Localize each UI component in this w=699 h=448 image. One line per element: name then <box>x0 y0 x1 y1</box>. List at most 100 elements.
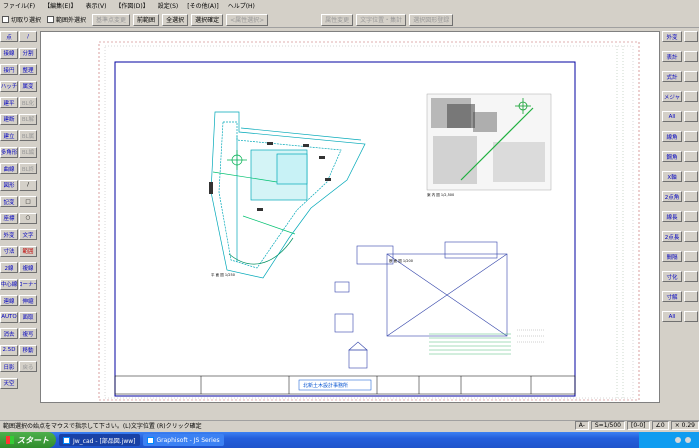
left-tool-button[interactable]: 連線 <box>0 295 18 306</box>
angle-indicator[interactable]: ∠0 <box>651 421 669 430</box>
attr-change-button[interactable]: 属性変更 <box>321 13 354 26</box>
left-tool-button[interactable]: コーナー <box>19 278 37 290</box>
left-tool-button[interactable]: 接円 <box>0 64 18 75</box>
left-tool-button[interactable]: □ <box>19 196 37 207</box>
left-tool-button[interactable]: 天空 <box>0 377 18 389</box>
zoom-indicator[interactable]: × 0.29 <box>670 421 699 430</box>
layer-button[interactable] <box>684 51 698 62</box>
layer-button[interactable] <box>684 191 698 202</box>
base-change-button[interactable]: 基準点変更 <box>92 13 131 26</box>
select-confirm-button[interactable]: 選択確定 <box>191 13 224 26</box>
right-tool-button[interactable]: 寸解 <box>662 291 682 302</box>
tray-icon[interactable] <box>675 437 681 443</box>
layer-button[interactable] <box>684 291 698 302</box>
left-tool-button[interactable]: 外変 <box>0 229 18 240</box>
left-tool-button[interactable]: 複写 <box>19 328 37 339</box>
right-tool-button[interactable]: 線角 <box>662 131 682 142</box>
left-tool-button[interactable]: AUTO <box>0 311 18 323</box>
left-tool-button[interactable]: 中心線 <box>0 278 18 290</box>
left-tool-button[interactable]: 伸縮 <box>19 295 37 306</box>
left-tool-button[interactable]: BL解 <box>19 113 37 125</box>
right-tool-button[interactable]: 間隔 <box>662 251 682 262</box>
layer-button[interactable] <box>684 71 698 82</box>
left-tool-button[interactable]: ○ <box>19 212 37 224</box>
left-tool-button[interactable]: 複線 <box>19 262 37 273</box>
taskbar-item-graphisoft[interactable]: Graphisoft - JS Series <box>142 434 224 446</box>
right-tool-button[interactable]: 表計 <box>662 51 682 62</box>
left-tool-button[interactable]: 整理 <box>19 64 37 75</box>
right-tool-button[interactable]: 式計 <box>662 71 682 82</box>
right-tool-button[interactable]: All <box>662 111 682 122</box>
left-tool-button[interactable]: 建断 <box>0 113 18 125</box>
menu-view[interactable]: 表示(V) <box>86 1 107 10</box>
selection-register-button[interactable]: 選択図形登録 <box>409 13 454 26</box>
layer-button[interactable] <box>684 271 698 282</box>
layer-button[interactable] <box>684 231 698 242</box>
taskbar-item-jwcad[interactable]: Jw_cad - [部品図.jww] <box>59 434 140 446</box>
left-tool-button[interactable]: 多角形 <box>0 146 18 158</box>
layer-button[interactable] <box>684 31 698 42</box>
menu-other[interactable]: [その他(A)] <box>187 1 218 10</box>
left-tool-button[interactable]: ハッチ <box>0 80 18 92</box>
left-tool-button[interactable]: 図形 <box>0 179 18 191</box>
cut-select-checkbox[interactable]: 切取り選択 <box>2 15 41 24</box>
layer-button[interactable] <box>684 111 698 122</box>
layer-button[interactable] <box>684 251 698 262</box>
prev-range-button[interactable]: 前範囲 <box>133 13 160 26</box>
left-tool-button[interactable]: 接線 <box>0 47 18 59</box>
menu-help[interactable]: ヘルプ(H) <box>228 1 255 10</box>
left-tool-button[interactable]: 建立 <box>0 130 18 141</box>
left-tool-button[interactable]: 範囲 <box>19 245 37 257</box>
left-tool-button[interactable]: 記変 <box>0 196 18 207</box>
left-tool-button[interactable]: 2.5D <box>0 344 18 356</box>
left-tool-button[interactable]: / <box>19 179 37 191</box>
right-tool-button[interactable]: 2点長 <box>662 231 682 242</box>
left-tool-button[interactable]: BL終 <box>19 163 37 174</box>
left-tool-button[interactable]: 建平 <box>0 97 18 108</box>
menu-draw[interactable]: 【作図(D)】 <box>115 1 148 10</box>
layer-button[interactable] <box>684 91 698 102</box>
layer-indicator[interactable]: [0-0] <box>627 421 650 430</box>
left-tool-button[interactable]: 文字 <box>19 229 37 240</box>
attr-select-button[interactable]: <属性選択> <box>226 13 269 26</box>
scale-indicator[interactable]: S=1/500 <box>590 421 626 430</box>
menu-edit[interactable]: 【編集(E)】 <box>44 1 76 10</box>
left-tool-button[interactable]: 移動 <box>19 344 37 356</box>
drawing-canvas[interactable]: 平 面 図 1/250 案 内 図 1/2,500 断 面 図 1/200 北新… <box>40 31 660 403</box>
left-tool-button[interactable]: / <box>19 31 37 42</box>
left-tool-button[interactable]: 曲線 <box>0 163 18 174</box>
right-tool-button[interactable]: 2点角 <box>662 191 682 202</box>
text-position-button[interactable]: 文字位置・集計 <box>356 13 407 26</box>
left-tool-button[interactable]: BL編 <box>19 146 37 158</box>
left-tool-button[interactable]: 点 <box>0 31 18 42</box>
layer-button[interactable] <box>684 211 698 222</box>
select-all-button[interactable]: 全選択 <box>162 13 189 26</box>
right-tool-button[interactable]: All <box>662 311 682 322</box>
right-tool-button[interactable]: 線長 <box>662 211 682 222</box>
menu-settings[interactable]: 設定(S) <box>158 1 179 10</box>
left-tool-button[interactable]: BL化 <box>19 97 37 108</box>
left-tool-button[interactable]: 寸法 <box>0 245 18 257</box>
layer-button[interactable] <box>684 311 698 322</box>
left-tool-button[interactable]: BL属 <box>19 130 37 141</box>
left-tool-button[interactable]: 座標 <box>0 212 18 224</box>
left-tool-button[interactable]: 面取 <box>19 311 37 323</box>
right-tool-button[interactable]: 寸化 <box>662 271 682 282</box>
right-tool-button[interactable]: 外変 <box>662 31 682 42</box>
layer-button[interactable] <box>684 131 698 142</box>
layer-button[interactable] <box>684 151 698 162</box>
left-tool-button[interactable]: 消去 <box>0 328 18 339</box>
start-button[interactable]: スタート <box>0 432 56 448</box>
right-tool-button[interactable]: 鋼角 <box>662 151 682 162</box>
left-tool-button[interactable]: 分割 <box>19 47 37 59</box>
right-tool-button[interactable]: X軸 <box>662 171 682 182</box>
left-tool-button[interactable]: 属変 <box>19 80 37 92</box>
layer-button[interactable] <box>684 171 698 182</box>
menu-file[interactable]: ファイル(F) <box>3 1 35 10</box>
left-tool-button[interactable]: 戻る <box>19 361 37 372</box>
outside-select-checkbox[interactable]: 範囲外選択 <box>47 15 86 24</box>
right-tool-button[interactable]: メジャ <box>662 91 682 102</box>
scale-prefix[interactable]: A- <box>574 421 589 430</box>
tray-icon[interactable] <box>685 437 691 443</box>
left-tool-button[interactable]: 日影 <box>0 361 18 372</box>
